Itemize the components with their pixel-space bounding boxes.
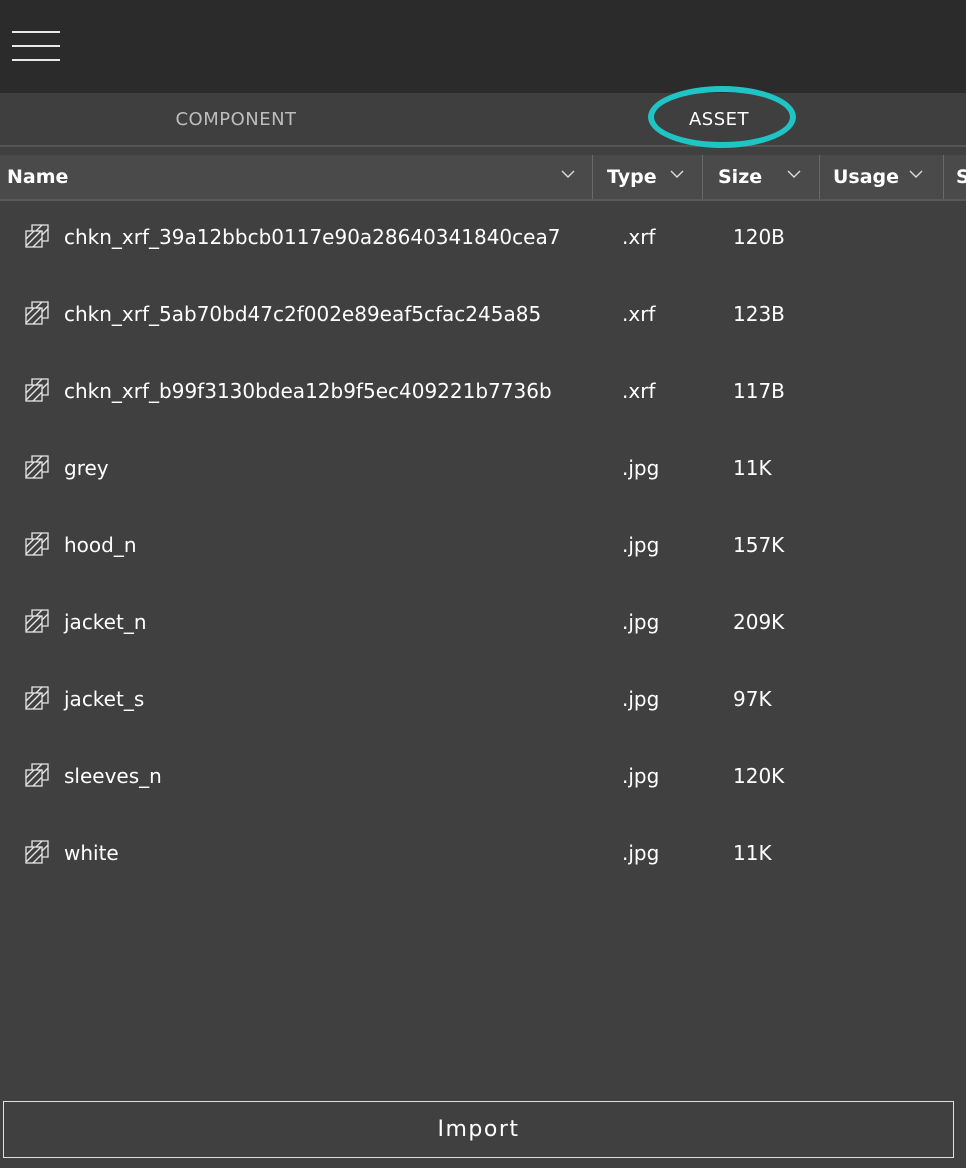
texture-icon [25, 686, 49, 710]
tab-bar: COMPONENT ASSET [0, 93, 966, 147]
table-row[interactable]: chkn_xrf_5ab70bd47c2f002e89eaf5cfac245a8… [0, 278, 966, 355]
table-row[interactable]: jacket_s .jpg 97K [0, 663, 966, 740]
asset-name: grey [64, 456, 109, 480]
asset-name: jacket_s [64, 687, 145, 711]
column-header-name-label: Name [7, 166, 69, 188]
texture-icon [25, 224, 49, 248]
column-header-name[interactable]: Name [0, 155, 593, 199]
texture-icon [25, 378, 49, 402]
column-header-truncated-label: S [956, 166, 966, 188]
texture-icon [25, 455, 49, 479]
asset-size: 11K [733, 456, 772, 480]
asset-name: sleeves_n [64, 764, 162, 788]
chevron-down-icon [909, 169, 923, 179]
column-header-type-label: Type [607, 166, 657, 188]
column-header-usage-label: Usage [833, 166, 900, 188]
asset-name: chkn_xrf_5ab70bd47c2f002e89eaf5cfac245a8… [64, 302, 542, 326]
asset-name: chkn_xrf_39a12bbcb0117e90a28640341840cea… [64, 225, 561, 249]
table-row[interactable]: grey .jpg 11K [0, 432, 966, 509]
asset-type: .jpg [622, 533, 660, 557]
texture-icon [25, 609, 49, 633]
asset-size: 120B [733, 225, 785, 249]
texture-icon [25, 301, 49, 325]
asset-type: .jpg [622, 687, 660, 711]
column-header-usage[interactable]: Usage [820, 155, 944, 199]
asset-browser-panel: COMPONENT ASSET Name Type Size Usage S c… [0, 0, 966, 1168]
tab-asset[interactable]: ASSET [472, 93, 966, 145]
column-header-type[interactable]: Type [593, 155, 703, 199]
import-button[interactable]: Import [3, 1101, 954, 1158]
asset-type: .xrf [622, 225, 656, 249]
asset-size: 120K [733, 764, 785, 788]
asset-type: .jpg [622, 764, 660, 788]
asset-type: .xrf [622, 302, 656, 326]
asset-size: 11K [733, 841, 772, 865]
asset-type: .xrf [622, 379, 656, 403]
chevron-down-icon [561, 169, 575, 179]
asset-size: 97K [733, 687, 772, 711]
asset-type: .jpg [622, 610, 660, 634]
chevron-down-icon [670, 169, 684, 179]
column-header-size[interactable]: Size [703, 155, 820, 199]
tab-component[interactable]: COMPONENT [0, 93, 472, 145]
asset-size: 117B [733, 379, 785, 403]
texture-icon [25, 763, 49, 787]
top-bar [0, 0, 966, 93]
chevron-down-icon [787, 169, 801, 179]
texture-icon [25, 532, 49, 556]
table-row[interactable]: sleeves_n .jpg 120K [0, 740, 966, 817]
asset-name: white [64, 841, 119, 865]
column-header-truncated[interactable]: S [944, 155, 966, 199]
table-row[interactable]: jacket_n .jpg 209K [0, 586, 966, 663]
asset-size: 157K [733, 533, 785, 557]
hamburger-menu-icon[interactable] [12, 24, 62, 66]
asset-name: chkn_xrf_b99f3130bdea12b9f5ec409221b7736… [64, 379, 552, 403]
table-row[interactable]: hood_n .jpg 157K [0, 509, 966, 586]
asset-type: .jpg [622, 841, 660, 865]
table-row[interactable]: chkn_xrf_b99f3130bdea12b9f5ec409221b7736… [0, 355, 966, 432]
asset-list: chkn_xrf_39a12bbcb0117e90a28640341840cea… [0, 201, 966, 894]
asset-type: .jpg [622, 456, 660, 480]
table-header: Name Type Size Usage S [0, 155, 966, 201]
texture-icon [25, 840, 49, 864]
asset-size: 123B [733, 302, 785, 326]
asset-name: hood_n [64, 533, 137, 557]
column-header-size-label: Size [718, 166, 763, 188]
table-row[interactable]: chkn_xrf_39a12bbcb0117e90a28640341840cea… [0, 201, 966, 278]
asset-size: 209K [733, 610, 785, 634]
asset-name: jacket_n [64, 610, 147, 634]
table-row[interactable]: white .jpg 11K [0, 817, 966, 894]
